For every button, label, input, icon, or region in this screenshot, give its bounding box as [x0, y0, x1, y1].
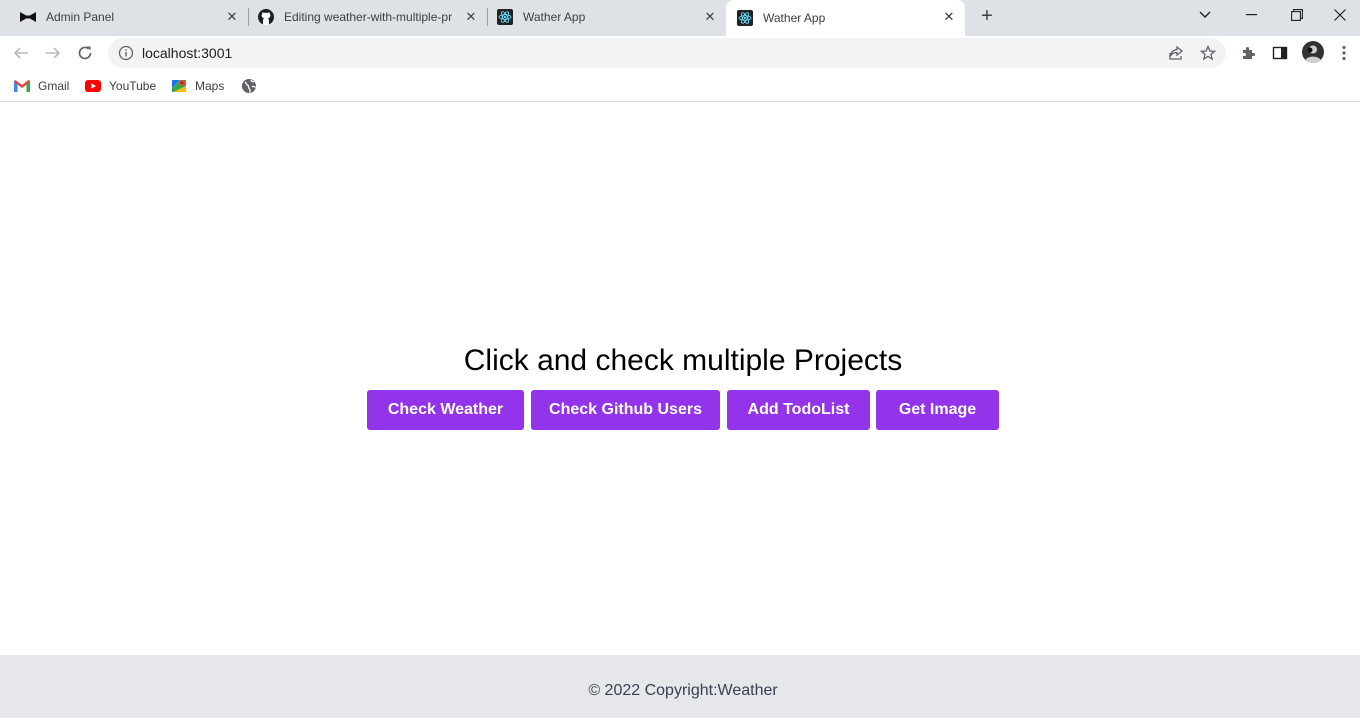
tab-github-editing[interactable]: Editing weather-with-multiple-pr ✕: [238, 0, 487, 34]
bookmark-label: Gmail: [38, 79, 70, 93]
side-panel-icon[interactable]: [1270, 43, 1290, 63]
footer: © 2022 Copyright:Weather: [0, 655, 1360, 718]
bookmarks-bar: Gmail YouTube Maps: [0, 70, 1360, 102]
info-icon[interactable]: [118, 45, 134, 61]
minimize-icon[interactable]: [1228, 0, 1274, 30]
address-bar[interactable]: localhost:3001: [108, 38, 1226, 68]
get-image-button[interactable]: Get Image: [876, 390, 999, 430]
forward-icon[interactable]: [40, 40, 66, 66]
star-icon[interactable]: [1199, 44, 1217, 62]
copyright-text: © 2022 Copyright:Weather: [588, 682, 778, 699]
tab-wather-app-active[interactable]: Wather App ✕: [726, 0, 965, 36]
globe-icon: [241, 78, 257, 94]
menu-icon[interactable]: [1334, 43, 1354, 63]
gmail-icon: [14, 78, 30, 94]
add-todolist-button[interactable]: Add TodoList: [727, 390, 870, 430]
avatar[interactable]: [1302, 41, 1324, 63]
url-text[interactable]: localhost:3001: [142, 45, 232, 61]
share-icon[interactable]: [1167, 44, 1185, 62]
tab-strip: Admin Panel ✕ Editing weather-with-multi…: [0, 0, 1360, 36]
bookmark-globe[interactable]: [241, 76, 265, 96]
restore-icon[interactable]: [1274, 0, 1320, 30]
tab-title: Wather App: [763, 11, 826, 25]
bookmark-label: YouTube: [109, 79, 157, 93]
check-weather-button[interactable]: Check Weather: [367, 390, 524, 430]
youtube-icon: [85, 78, 101, 94]
window-close-icon[interactable]: [1320, 0, 1360, 30]
bowtie-icon: [20, 9, 36, 25]
bookmark-gmail[interactable]: Gmail: [14, 76, 69, 96]
tab-title: Admin Panel: [46, 10, 115, 24]
tab-search-icon[interactable]: [1182, 0, 1228, 30]
bookmark-youtube[interactable]: YouTube: [85, 76, 156, 96]
extensions-icon[interactable]: [1238, 43, 1258, 63]
github-icon: [258, 9, 274, 25]
close-icon[interactable]: ✕: [702, 9, 718, 25]
page-title: Click and check multiple Projects: [463, 344, 903, 377]
react-icon: [497, 9, 513, 25]
tab-title: Editing weather-with-multiple-pr: [284, 10, 453, 24]
reload-icon[interactable]: [72, 40, 98, 66]
back-icon[interactable]: [8, 40, 34, 66]
tab-title: Wather App: [523, 10, 586, 24]
close-icon[interactable]: ✕: [941, 9, 957, 25]
maps-icon: [171, 78, 187, 94]
bookmark-maps[interactable]: Maps: [171, 76, 224, 96]
bookmark-label: Maps: [195, 79, 225, 93]
tab-wather-app[interactable]: Wather App ✕: [477, 0, 726, 34]
browser-toolbar: localhost:3001: [0, 36, 1360, 70]
react-icon: [737, 10, 753, 26]
check-github-users-button[interactable]: Check Github Users: [531, 390, 720, 430]
new-tab-button[interactable]: +: [976, 6, 998, 28]
tab-admin-panel[interactable]: Admin Panel ✕: [0, 0, 248, 34]
